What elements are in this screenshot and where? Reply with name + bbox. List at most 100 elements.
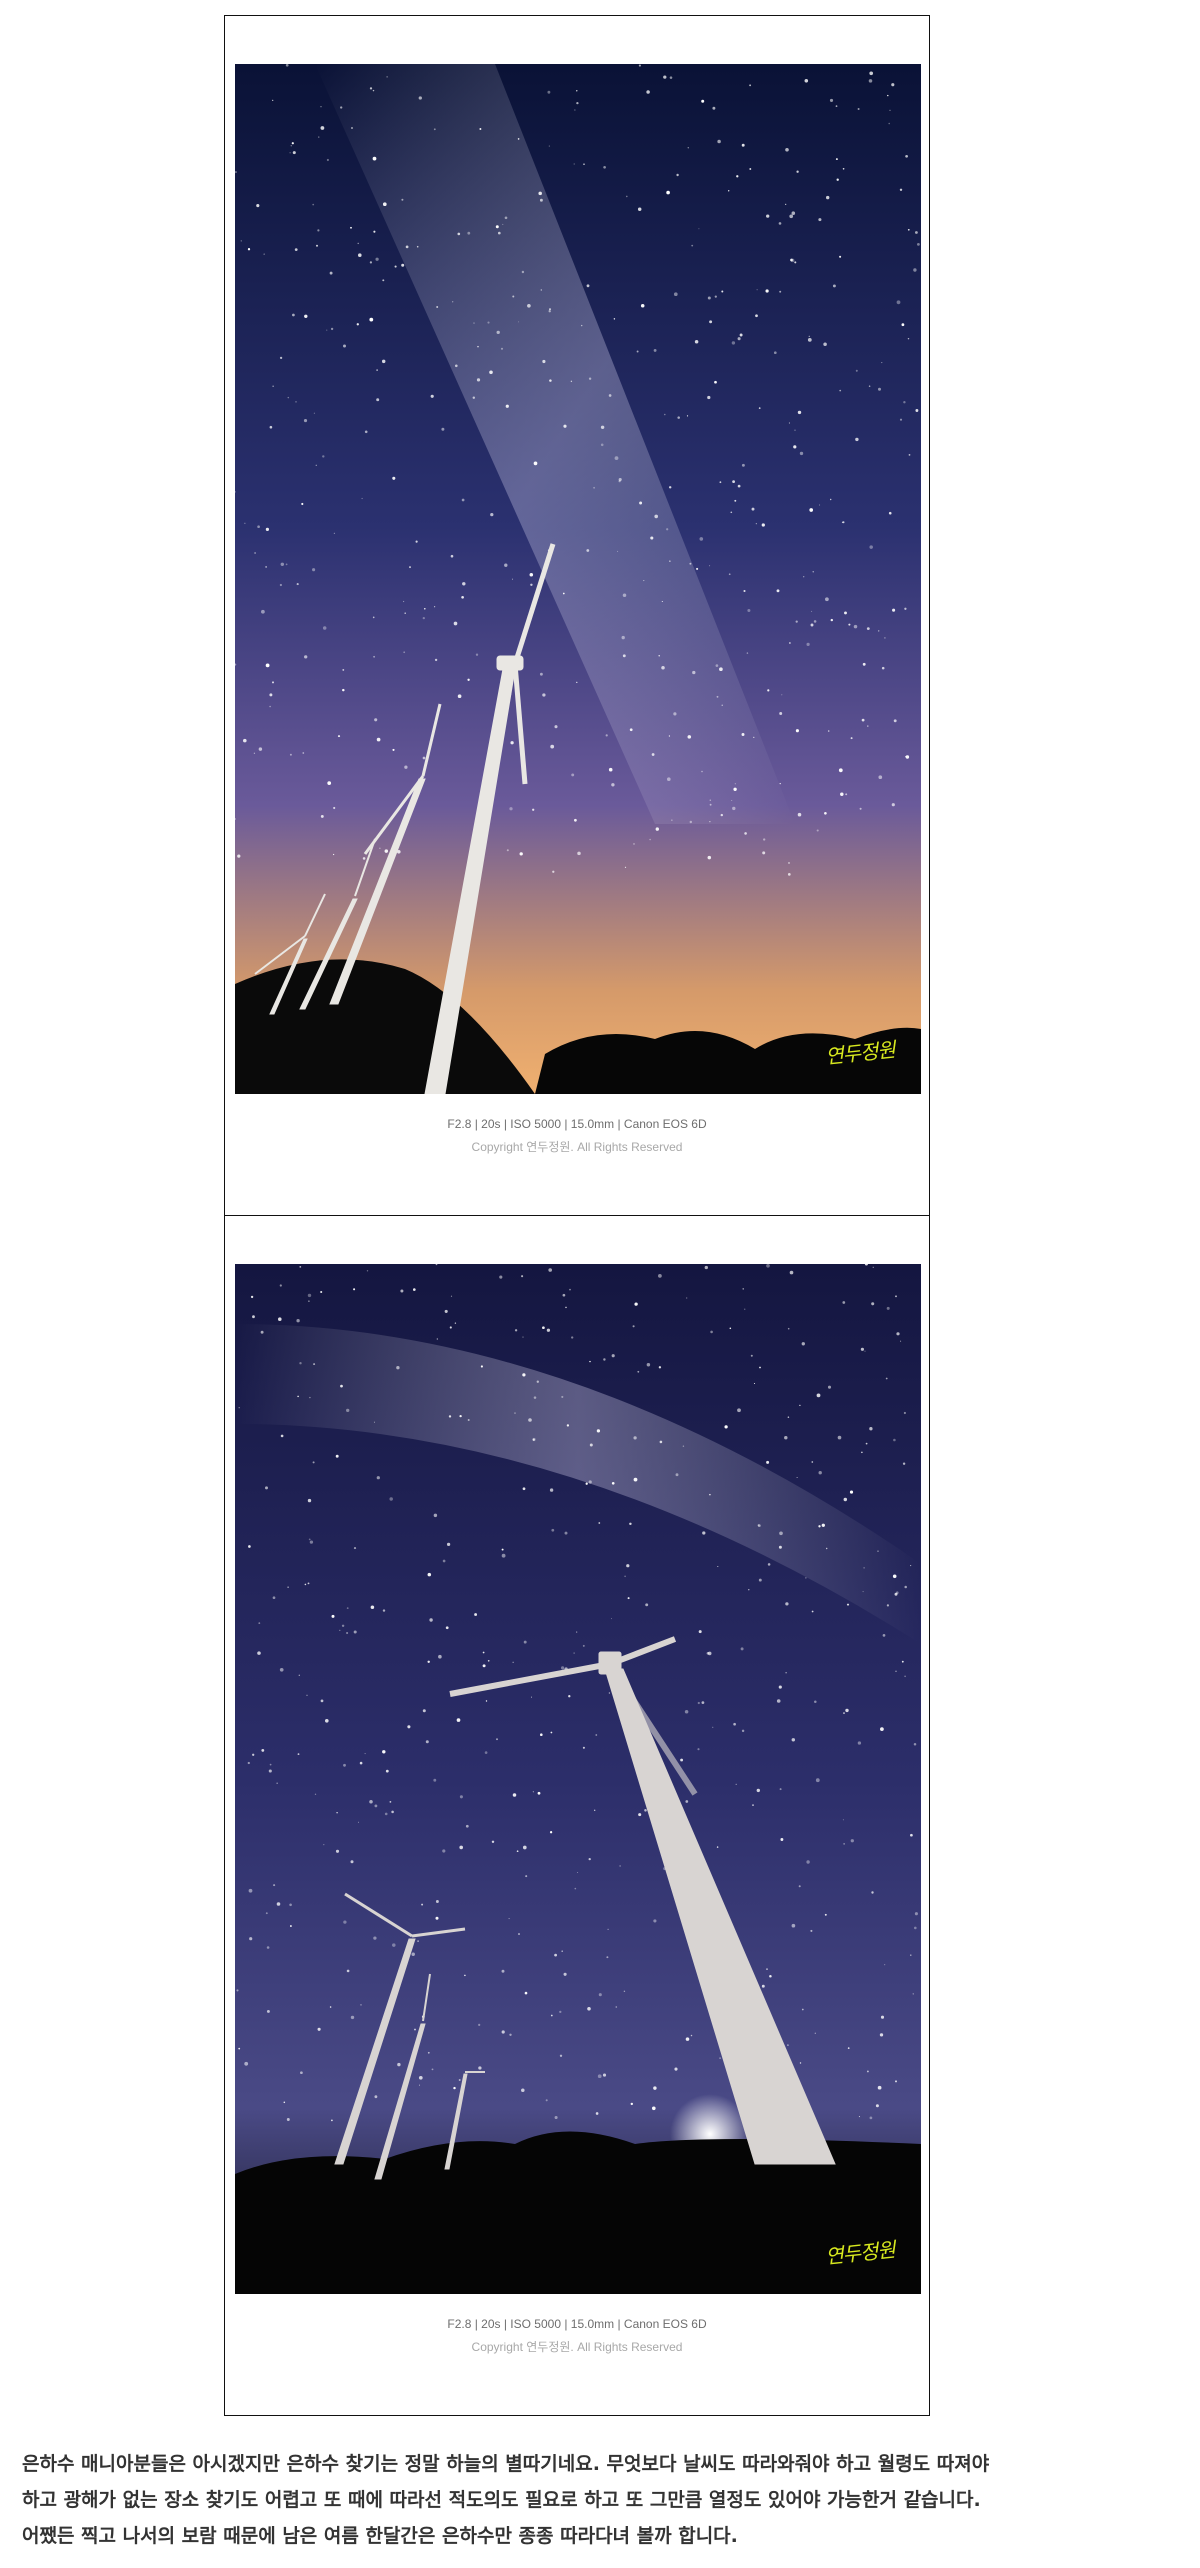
star xyxy=(806,642,810,647)
star xyxy=(859,807,862,810)
star xyxy=(826,195,830,200)
star xyxy=(261,1749,265,1752)
star xyxy=(353,1288,356,1291)
star xyxy=(356,323,359,326)
star xyxy=(680,1758,684,1762)
star xyxy=(254,552,256,554)
star xyxy=(265,1486,268,1490)
star xyxy=(554,1953,557,1957)
star xyxy=(247,248,251,251)
star xyxy=(322,626,327,630)
star xyxy=(550,2014,553,2017)
star xyxy=(712,1726,714,1728)
star xyxy=(676,173,679,177)
star xyxy=(752,1804,754,1806)
star xyxy=(427,2051,430,2054)
star xyxy=(596,1429,601,1433)
star xyxy=(376,398,380,402)
star xyxy=(797,812,802,817)
star xyxy=(382,279,385,282)
star xyxy=(478,2023,481,2026)
star xyxy=(304,1583,307,1586)
star xyxy=(549,1488,554,1492)
star xyxy=(619,1865,621,1867)
star xyxy=(895,1670,897,1672)
star xyxy=(519,852,523,856)
star xyxy=(457,232,461,236)
star xyxy=(422,1709,426,1713)
milky-way-image-2 xyxy=(235,1264,921,2294)
star xyxy=(589,1360,591,1363)
star xyxy=(501,2030,505,2034)
star xyxy=(593,486,595,489)
star xyxy=(372,89,375,92)
star xyxy=(908,454,911,456)
star xyxy=(887,94,889,97)
star xyxy=(287,396,290,399)
star xyxy=(622,593,627,597)
star xyxy=(651,2106,656,2111)
star xyxy=(739,333,743,337)
star xyxy=(842,1819,844,1821)
star xyxy=(766,1264,770,1268)
star xyxy=(915,231,918,234)
star xyxy=(837,1435,842,1440)
star xyxy=(900,1340,902,1342)
star xyxy=(790,258,793,262)
star xyxy=(501,1553,506,1558)
star xyxy=(496,1738,498,1741)
star xyxy=(545,2099,548,2102)
star xyxy=(498,231,501,235)
star xyxy=(381,359,386,364)
star xyxy=(272,385,274,387)
star xyxy=(630,2102,634,2106)
star xyxy=(721,290,724,293)
star xyxy=(464,1974,466,1977)
star xyxy=(637,1370,640,1373)
star xyxy=(249,1937,253,1941)
star xyxy=(373,655,376,658)
star xyxy=(673,712,677,716)
star xyxy=(899,188,903,192)
star xyxy=(892,608,896,612)
star xyxy=(405,245,409,249)
star xyxy=(573,163,575,165)
star xyxy=(343,1920,347,1924)
star xyxy=(269,693,273,697)
star xyxy=(309,1540,314,1544)
star xyxy=(260,1330,264,1334)
star xyxy=(457,694,462,699)
star xyxy=(431,2068,434,2071)
star xyxy=(445,1626,449,1630)
star xyxy=(588,377,592,380)
star xyxy=(785,203,787,205)
star xyxy=(864,1350,866,1352)
star xyxy=(664,413,666,416)
star xyxy=(430,394,434,398)
star xyxy=(461,595,464,599)
star xyxy=(565,1306,567,1309)
star xyxy=(576,90,578,92)
star xyxy=(692,670,696,675)
star xyxy=(765,289,769,293)
star xyxy=(478,2066,482,2070)
star xyxy=(767,689,770,692)
star xyxy=(336,1811,338,1814)
star xyxy=(880,1727,884,1731)
star xyxy=(615,2006,618,2008)
star xyxy=(709,320,713,324)
star xyxy=(751,507,755,511)
star xyxy=(300,2071,303,2075)
star xyxy=(886,1306,890,1310)
star xyxy=(477,345,479,348)
star xyxy=(780,1838,784,1841)
star xyxy=(829,498,832,501)
star xyxy=(776,589,780,593)
star xyxy=(849,1490,854,1494)
star xyxy=(825,1547,828,1550)
star xyxy=(540,1733,543,1736)
star xyxy=(438,1654,442,1659)
star xyxy=(728,190,730,192)
star xyxy=(434,658,438,662)
star xyxy=(860,1347,864,1351)
